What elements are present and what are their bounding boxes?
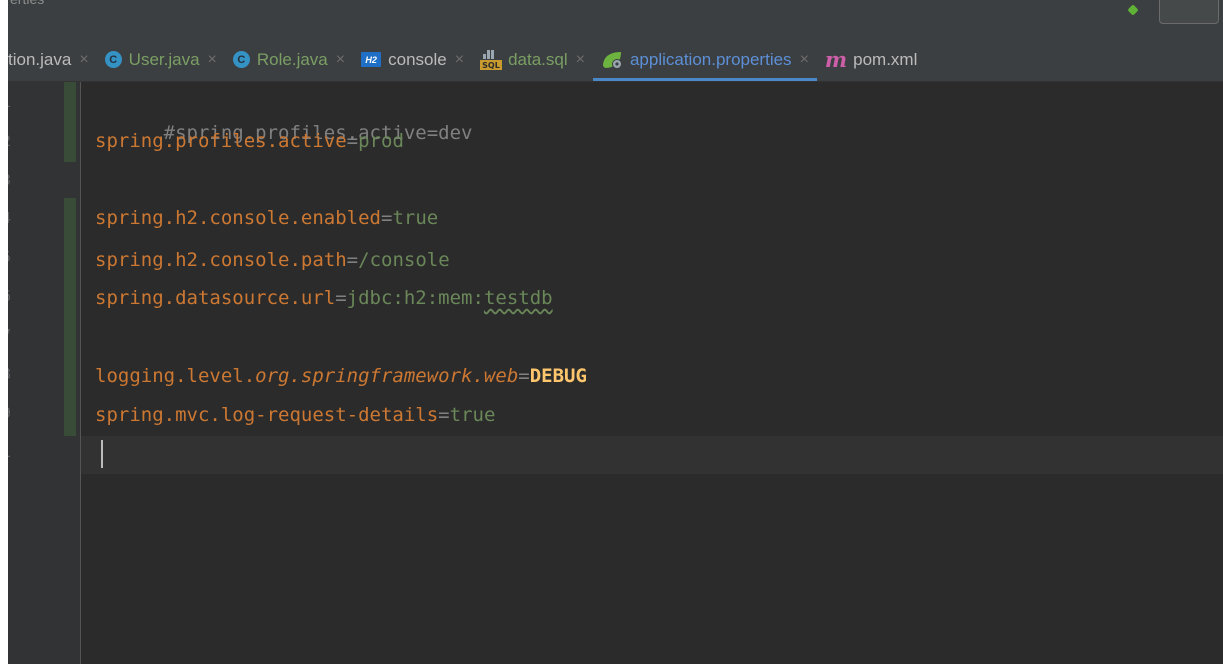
property-key: spring.datasource.url [95,287,336,309]
property-key-package: org.springframework.web [255,365,519,387]
tab-label: tion.java [8,49,72,69]
code-editor[interactable]: #spring.profiles.active=dev spring.profi… [95,82,1215,664]
ide-window: erties tion.java × C User.java × C Role.… [8,0,1223,664]
tab-user-java[interactable]: C User.java × [97,38,225,81]
close-icon[interactable]: × [79,51,88,69]
window-title: erties [10,0,44,7]
close-icon[interactable]: × [208,51,217,69]
code-line: spring.profiles.active=prod [95,126,404,156]
property-key: spring.h2.console.enabled [95,207,381,229]
tab-label: data.sql [508,49,568,69]
code-line: spring.h2.console.path=/console [95,245,450,275]
close-icon[interactable]: × [800,51,809,69]
spring-leaf-icon [602,51,622,69]
title-strip: erties [8,0,1223,38]
typo-underlined-value[interactable]: testdb [484,287,553,309]
status-indicator-icon [1127,4,1139,16]
close-icon[interactable]: × [455,51,464,69]
vcs-change-marker[interactable] [64,198,76,436]
equals-sign: = [346,130,359,152]
line-number: 6 [8,286,12,306]
tab-console[interactable]: H2 console × [353,38,472,81]
editor-tab-bar: tion.java × C User.java × C Role.java × … [8,38,1223,82]
line-number-gutter[interactable]: 1 2 3 4 5 6 7 8 9 10 [8,82,81,664]
equals-sign: = [518,365,530,387]
property-value: prod [358,130,404,152]
property-key: spring.profiles.active [95,130,347,152]
tab-application-properties[interactable]: application.properties × [592,38,817,81]
tab-label: application.properties [629,49,792,69]
tab-data-sql[interactable]: SQL data.sql × [472,38,593,81]
line-number: 2 [8,131,12,151]
equals-sign: = [438,404,450,426]
tab-label: User.java [128,49,200,69]
property-key: spring.mvc.log-request-details [95,404,439,426]
property-key: logging.level. [95,365,256,387]
h2-icon: H2 [361,52,382,67]
line-number: 4 [8,208,12,228]
text-caret [101,440,103,468]
code-line: spring.datasource.url=jdbc:h2:mem:testdb [95,283,553,313]
svg-text:SQL: SQL [482,61,500,70]
tab-application-java[interactable]: tion.java × [8,38,97,81]
class-icon: C [232,51,250,68]
toolbar-widget[interactable] [1159,0,1219,24]
code-line: logging.level.org.springframework.web=DE… [95,361,587,391]
equals-sign: = [346,249,359,271]
property-value: true [392,207,439,229]
property-value: /console [358,249,450,271]
tab-pom-xml[interactable]: m pom.xml [817,38,925,81]
property-value: true [449,404,496,426]
line-number: 9 [8,403,12,423]
property-key: spring.h2.console.path [95,249,347,271]
vcs-change-marker[interactable] [64,82,76,162]
close-icon[interactable]: × [336,51,345,69]
tab-label: pom.xml [853,49,918,69]
sql-icon: SQL [480,49,503,70]
code-line: spring.mvc.log-request-details=true [95,400,495,430]
line-number: 3 [8,170,12,190]
code-line: spring.h2.console.enabled=true [95,203,438,233]
line-number: 8 [8,364,12,384]
line-number: 7 [8,325,12,345]
tab-role-java[interactable]: C Role.java × [225,38,353,81]
tab-label: console [388,49,447,69]
class-icon: C [104,51,122,68]
close-icon[interactable]: × [576,51,585,69]
property-value: DEBUG [529,365,587,387]
code-line: #spring.profiles.active=dev [95,88,473,144]
line-number: 5 [8,247,12,267]
tab-label: Role.java [256,49,328,69]
line-number: 10 [8,442,12,462]
maven-icon: m [824,47,848,72]
equals-sign: = [380,207,393,229]
line-number: 1 [8,92,12,112]
property-value: jdbc:h2:mem: [346,287,484,309]
equals-sign: = [335,287,347,309]
